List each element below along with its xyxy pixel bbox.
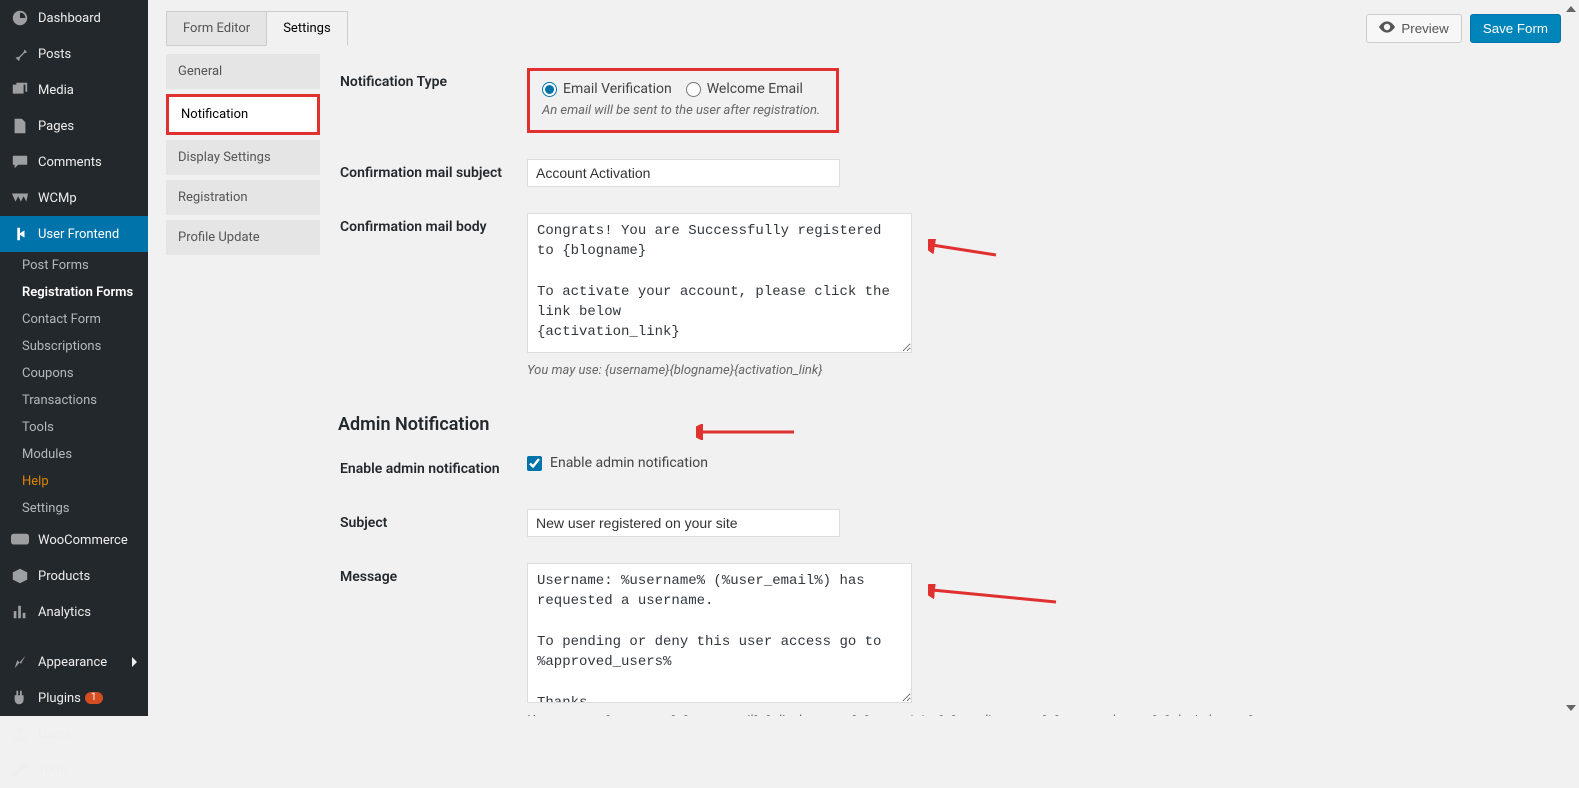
checkbox-label: Enable admin notification xyxy=(550,455,708,471)
menu-label: Comments xyxy=(38,155,102,170)
admin-message-label: Message xyxy=(340,551,525,716)
radio-welcome-email[interactable] xyxy=(686,82,701,97)
subnav-registration[interactable]: Registration xyxy=(166,180,320,215)
menu-appearance[interactable]: Appearance xyxy=(0,644,148,680)
submenu-transactions[interactable]: Transactions xyxy=(12,387,148,414)
submenu-modules[interactable]: Modules xyxy=(12,441,148,468)
menu-media[interactable]: Media xyxy=(0,72,148,108)
admin-subject-label: Subject xyxy=(340,497,525,549)
subnav-notification[interactable]: Notification xyxy=(166,94,320,135)
menu-comments[interactable]: Comments xyxy=(0,144,148,180)
top-bar: Form Editor Settings Preview Save Form xyxy=(148,0,1579,46)
scroll-up-button[interactable] xyxy=(1562,0,1579,17)
menu-products[interactable]: Products xyxy=(0,558,148,594)
menu-label: Tools xyxy=(38,763,70,778)
products-icon xyxy=(10,566,30,586)
user-frontend-icon xyxy=(10,224,30,244)
scroll-down-button[interactable] xyxy=(1562,699,1579,716)
confirm-subject-input[interactable] xyxy=(527,159,840,187)
submenu-registration-forms[interactable]: Registration Forms xyxy=(12,279,148,306)
menu-label: Plugins xyxy=(38,691,81,706)
submenu-contact-form[interactable]: Contact Form xyxy=(12,306,148,333)
preview-button[interactable]: Preview xyxy=(1366,14,1461,43)
analytics-icon xyxy=(10,602,30,622)
pages-icon xyxy=(10,116,30,136)
comments-icon xyxy=(10,152,30,172)
appearance-icon xyxy=(10,652,30,672)
subnav-general[interactable]: General xyxy=(166,54,320,89)
dashboard-icon xyxy=(10,8,30,28)
plugins-icon xyxy=(10,688,30,708)
menu-posts[interactable]: Posts xyxy=(0,36,148,72)
menu-label: Users xyxy=(38,727,71,742)
radio-email-verification[interactable] xyxy=(542,82,557,97)
submenu-subscriptions[interactable]: Subscriptions xyxy=(12,333,148,360)
notification-type-highlight: Email Verification Welcome Email An emai… xyxy=(527,68,839,133)
menu-label: Dashboard xyxy=(38,11,101,26)
radio-welcome-email-label[interactable]: Welcome Email xyxy=(686,81,803,97)
menu-tools[interactable]: Tools xyxy=(0,752,148,788)
enable-admin-checkbox[interactable] xyxy=(527,456,542,471)
menu-plugins[interactable]: Plugins 1 xyxy=(0,680,148,716)
subnav-profile-update[interactable]: Profile Update xyxy=(166,220,320,255)
pin-icon xyxy=(10,44,30,64)
user-frontend-submenu: Post Forms Registration Forms Contact Fo… xyxy=(0,252,148,522)
confirm-body-hint: You may use: {username}{blogname}{activa… xyxy=(527,363,1549,378)
menu-label: Analytics xyxy=(38,605,91,620)
plugins-update-badge: 1 xyxy=(85,692,103,704)
admin-message-textarea[interactable] xyxy=(527,563,912,703)
menu-label: Posts xyxy=(38,47,71,62)
users-icon xyxy=(10,724,30,744)
menu-wcmp[interactable]: WCMp xyxy=(0,180,148,216)
vertical-scrollbar[interactable] xyxy=(1562,0,1579,716)
menu-dashboard[interactable]: Dashboard xyxy=(0,0,148,36)
admin-subject-input[interactable] xyxy=(527,509,840,537)
enable-admin-checkbox-label[interactable]: Enable admin notification xyxy=(527,455,1549,471)
notification-type-desc: An email will be sent to the user after … xyxy=(542,103,820,118)
settings-subnav: General Notification Display Settings Re… xyxy=(166,54,320,698)
settings-panel: Notification Type Email Verification xyxy=(338,54,1561,698)
menu-pages[interactable]: Pages xyxy=(0,108,148,144)
submenu-post-forms[interactable]: Post Forms xyxy=(12,252,148,279)
menu-users[interactable]: Users xyxy=(0,716,148,752)
woocommerce-icon xyxy=(10,530,30,550)
enable-admin-label: Enable admin notification xyxy=(340,443,525,495)
menu-label: Pages xyxy=(38,119,74,134)
confirm-subject-label: Confirmation mail subject xyxy=(340,147,525,199)
tools-icon xyxy=(10,760,30,780)
button-label: Save Form xyxy=(1483,21,1548,36)
confirm-body-textarea[interactable] xyxy=(527,213,912,353)
save-form-button[interactable]: Save Form xyxy=(1470,14,1561,43)
menu-label: WCMp xyxy=(38,191,77,206)
wcmp-icon xyxy=(10,188,30,208)
menu-woocommerce[interactable]: WooCommerce xyxy=(0,522,148,558)
button-label: Preview xyxy=(1401,21,1448,36)
radio-label: Email Verification xyxy=(563,81,672,97)
chevron-right-icon xyxy=(130,657,138,667)
notification-type-label: Notification Type xyxy=(340,56,525,145)
submenu-tools[interactable]: Tools xyxy=(12,414,148,441)
admin-sidebar: Dashboard Posts Media Pages Comments WCM… xyxy=(0,0,148,716)
menu-label: Products xyxy=(38,569,90,584)
subnav-display-settings[interactable]: Display Settings xyxy=(166,140,320,175)
menu-analytics[interactable]: Analytics xyxy=(0,594,148,630)
page-tabs: Form Editor Settings xyxy=(166,11,347,46)
menu-label: Media xyxy=(38,83,74,98)
menu-label: WooCommerce xyxy=(38,533,128,548)
submenu-help[interactable]: Help xyxy=(12,468,148,495)
submenu-settings[interactable]: Settings xyxy=(12,495,148,522)
radio-label: Welcome Email xyxy=(707,81,803,97)
main-area: Form Editor Settings Preview Save Form G… xyxy=(148,0,1579,716)
submenu-coupons[interactable]: Coupons xyxy=(12,360,148,387)
admin-notification-heading: Admin Notification xyxy=(338,392,1561,441)
radio-email-verification-label[interactable]: Email Verification xyxy=(542,81,672,97)
tab-settings[interactable]: Settings xyxy=(266,11,347,46)
confirm-body-label: Confirmation mail body xyxy=(340,201,525,390)
tab-form-editor[interactable]: Form Editor xyxy=(166,11,267,46)
menu-user-frontend[interactable]: User Frontend xyxy=(0,216,148,252)
menu-label: User Frontend xyxy=(38,227,119,242)
menu-label: Appearance xyxy=(38,655,107,670)
eye-icon xyxy=(1379,21,1395,36)
media-icon xyxy=(10,80,30,100)
